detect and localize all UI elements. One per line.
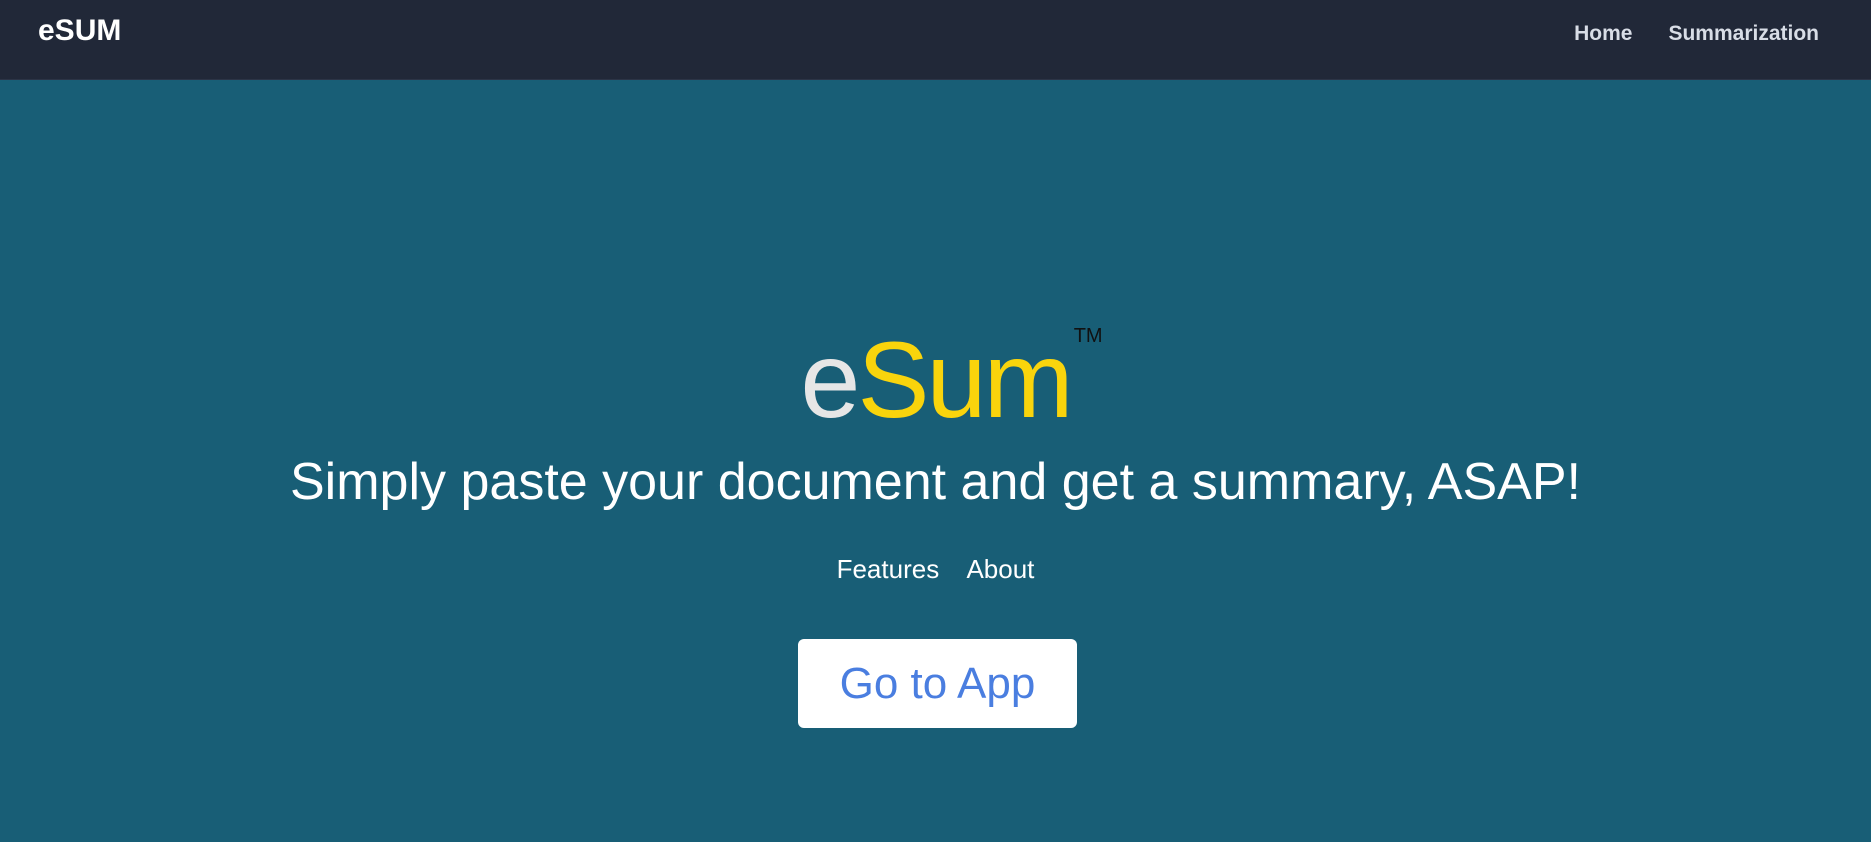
logo-word-sum: Sum: [857, 319, 1074, 440]
hero-tagline: Simply paste your document and get a sum…: [290, 453, 1581, 511]
features-link[interactable]: Features: [837, 554, 940, 584]
nav-link-summarization[interactable]: Summarization: [1668, 20, 1819, 48]
esum-logo: eSum TM: [0, 320, 1871, 440]
hero-sub-links: Features About: [0, 552, 1871, 586]
logo-wordmark: eSum TM: [800, 319, 1102, 440]
trademark-symbol: TM: [1073, 325, 1103, 347]
nav-links: Home Summarization: [1574, 20, 1819, 48]
about-link[interactable]: About: [966, 554, 1034, 584]
brand-logo-link[interactable]: eSUM: [38, 14, 121, 48]
logo-letter-e: e: [800, 319, 860, 440]
nav-link-home[interactable]: Home: [1574, 20, 1632, 48]
hero-section: eSum TM Simply paste your document and g…: [0, 80, 1871, 842]
go-to-app-button[interactable]: Go to App: [798, 639, 1077, 728]
top-navbar: eSUM Home Summarization: [0, 0, 1871, 80]
